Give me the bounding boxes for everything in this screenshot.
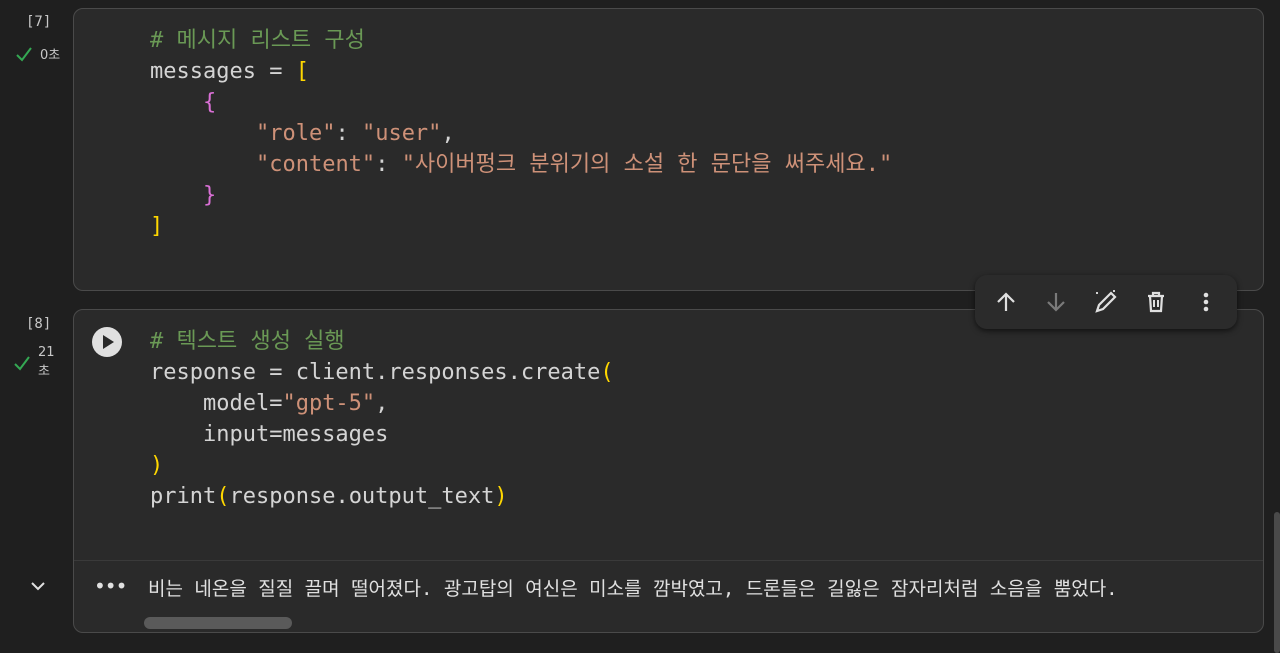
move-cell-up-button[interactable] (986, 282, 1026, 322)
code-token: response = client.responses.create (150, 360, 601, 385)
chevron-down-icon (31, 582, 45, 591)
collapse-output-button[interactable] (28, 576, 48, 600)
code-line: # 메시지 리스트 구성 (150, 25, 892, 56)
code-token: ( (216, 484, 230, 509)
code-cell-7[interactable]: # 메시지 리스트 구성 messages = [ { "role": "user… (73, 8, 1264, 291)
code-line: # 텍스트 생성 실행 (150, 326, 614, 357)
edit-magic-icon (1095, 290, 1117, 313)
output-actions-button[interactable]: ••• (94, 574, 127, 598)
execution-status-cell-8: 21 초 (12, 343, 55, 381)
execution-status-cell-7: 0초 (14, 44, 60, 64)
check-icon (12, 353, 32, 373)
code-token: "content" (255, 152, 376, 177)
code-token: print (150, 484, 217, 509)
code-line: model="gpt-5", (150, 388, 614, 419)
code-token: ) (150, 453, 164, 478)
code-editor[interactable]: # 메시지 리스트 구성 messages = [ { "role": "user… (150, 25, 892, 242)
code-token: "gpt-5" (282, 391, 376, 416)
code-line: { (150, 87, 892, 118)
move-cell-down-button[interactable] (1036, 282, 1076, 322)
edit-magic-button[interactable] (1086, 282, 1126, 322)
cell-output: ••• 비는 네온을 질질 끌며 떨어졌다. 광고탑의 여신은 미소를 깜박였고… (74, 560, 1263, 634)
code-line: "role": "user", (150, 118, 892, 149)
code-line: messages = [ (150, 56, 892, 87)
code-token: # 텍스트 생성 실행 (150, 329, 345, 354)
run-cell-button[interactable] (91, 326, 123, 358)
check-icon (14, 44, 34, 64)
execution-time: 0초 (40, 48, 61, 63)
trash-icon (1148, 291, 1164, 313)
code-token: ) (494, 484, 508, 509)
execution-count-cell-7: [7] (26, 14, 52, 30)
more-actions-button[interactable] (1186, 282, 1226, 322)
play-icon (92, 327, 122, 357)
code-token: response.output_text (229, 484, 495, 509)
code-token: } (202, 183, 217, 208)
execution-time: 21 초 (38, 345, 55, 379)
arrow-up-icon (997, 292, 1015, 311)
code-cell-8[interactable]: # 텍스트 생성 실행 response = client.responses.c… (73, 309, 1264, 633)
more-vert-icon (1203, 292, 1209, 312)
code-line: ] (150, 211, 892, 242)
code-editor[interactable]: # 텍스트 생성 실행 response = client.responses.c… (150, 326, 614, 512)
code-token: : (335, 121, 362, 146)
code-token: ] (150, 214, 164, 239)
horizontal-scrollbar[interactable] (144, 617, 292, 629)
code-token: model= (150, 391, 283, 416)
code-token: "role" (255, 121, 336, 146)
code-token: # 메시지 리스트 구성 (150, 28, 365, 53)
delete-cell-button[interactable] (1136, 282, 1176, 322)
code-token: input=messages (150, 422, 389, 447)
code-token: { (202, 90, 217, 115)
output-divider (74, 560, 1263, 561)
code-token: , (375, 391, 389, 416)
code-line: ) (150, 450, 614, 481)
output-text: 비는 네온을 질질 끌며 떨어졌다. 광고탑의 여신은 미소를 깜박였고, 드론… (148, 578, 1118, 600)
code-token: , (441, 121, 455, 146)
code-token: messages = (150, 59, 296, 84)
execution-count-cell-8: [8] (26, 316, 52, 332)
code-token: "user" (361, 121, 442, 146)
code-line: input=messages (150, 419, 614, 450)
code-line: "content": "사이버펑크 분위기의 소설 한 문단을 써주세요." (150, 149, 892, 180)
code-line: response = client.responses.create( (150, 357, 614, 388)
code-token: : (375, 152, 402, 177)
arrow-down-icon (1047, 293, 1065, 312)
code-line: } (150, 180, 892, 211)
vertical-scrollbar[interactable] (1274, 512, 1280, 653)
code-token: "사이버펑크 분위기의 소설 한 문단을 써주세요." (401, 152, 893, 177)
cell-toolbar (975, 275, 1237, 329)
code-token: [ (295, 59, 309, 84)
code-line: print(response.output_text) (150, 481, 614, 512)
code-token: ( (600, 360, 614, 385)
